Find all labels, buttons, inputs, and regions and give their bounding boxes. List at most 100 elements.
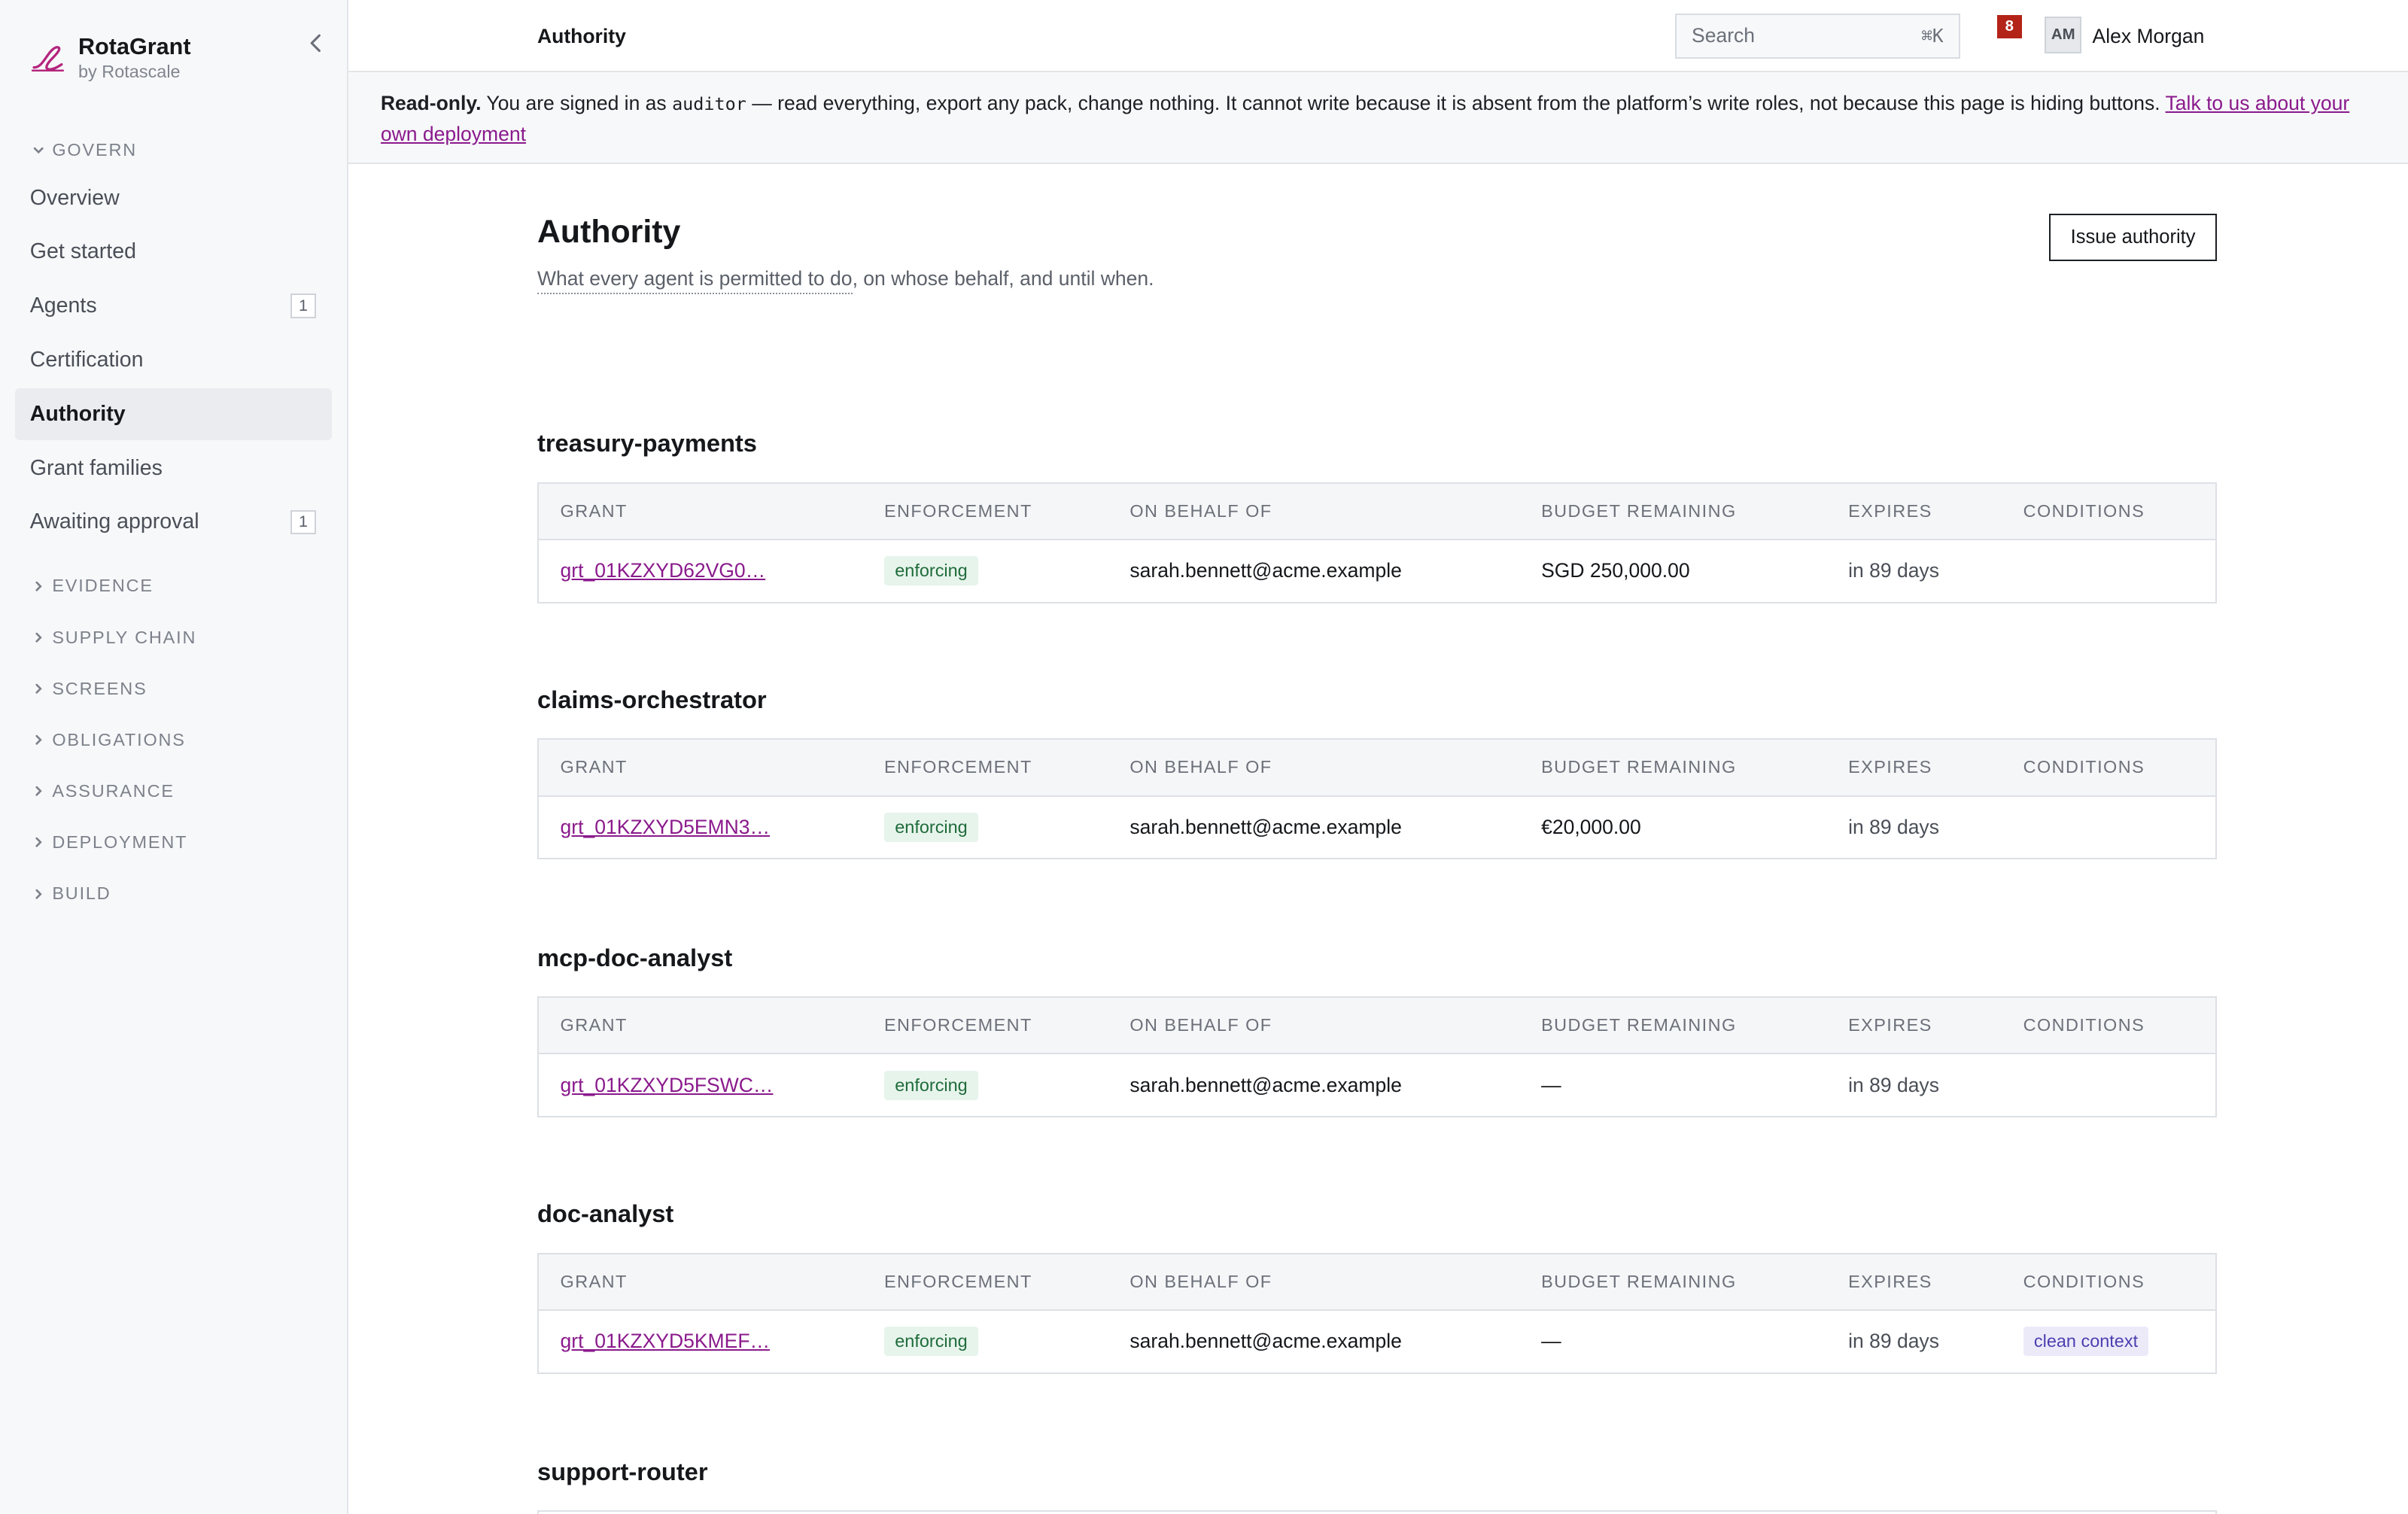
main-content: Authority Search ⌘K 8 AM Alex Morgan Rea… xyxy=(348,0,2408,1514)
table-row: grt_01KZXYD62VG0… enforcing sarah.bennet… xyxy=(538,540,2215,602)
column-header: EXPIRES xyxy=(1848,757,1932,777)
brand-sub: by Rotascale xyxy=(78,61,181,81)
column-header: ON BEHALF OF xyxy=(1130,757,1272,777)
column-header: ON BEHALF OF xyxy=(1130,1015,1272,1035)
section-title: mcp-doc-analyst xyxy=(537,943,733,971)
sidebar-item-awaiting-approval[interactable]: Awaiting approval 1 xyxy=(15,496,331,548)
section-title: support-router xyxy=(537,1457,708,1485)
sidebar-item-label: Grant families xyxy=(29,455,163,480)
sidebar-item-label: Awaiting approval xyxy=(29,509,199,534)
page-header: Authority What every agent is permitted … xyxy=(537,212,2217,295)
sidebar-item-agents[interactable]: Agents 1 xyxy=(15,280,331,332)
search-shortcut: ⌘K xyxy=(1921,25,1944,47)
expires: in 89 days xyxy=(1848,559,1939,582)
page-title: Authority xyxy=(537,213,681,250)
topbar: Authority Search ⌘K 8 AM Alex Morgan xyxy=(348,0,2408,72)
column-header: CONDITIONS xyxy=(2023,1271,2145,1291)
chevron-right-icon xyxy=(35,838,42,848)
nav-group-govern[interactable]: GOVERN xyxy=(15,135,331,166)
banner-text-post: — read everything, export any pack, chan… xyxy=(746,92,2166,115)
grants-table: GRANT ENFORCEMENT ON BEHALF OF BUDGET RE… xyxy=(537,1252,2217,1374)
grants-table: GRANT ENFORCEMENT ON BEHALF OF BUDGET RE… xyxy=(537,996,2217,1117)
chevron-right-icon xyxy=(35,786,42,796)
chevron-right-icon xyxy=(35,734,42,745)
column-header: BUDGET REMAINING xyxy=(1541,757,1737,777)
column-header: BUDGET REMAINING xyxy=(1541,500,1737,521)
condition-badge[interactable]: clean context xyxy=(2023,1327,2149,1357)
brand-name: RotaGrant xyxy=(78,33,191,59)
nav-group-supply-chain[interactable]: SUPPLY CHAIN xyxy=(15,612,331,663)
on-behalf-of: sarah.bennett@acme.example xyxy=(1130,559,1402,582)
sidebar-item-certification[interactable]: Certification xyxy=(15,334,331,386)
nav-group-label: DEPLOYMENT xyxy=(52,832,188,853)
section-title: claims-orchestrator xyxy=(537,685,767,713)
avatar[interactable]: AM xyxy=(2045,17,2082,54)
sidebar-item-label: Overview xyxy=(29,185,120,210)
column-header: CONDITIONS xyxy=(2023,1015,2145,1035)
column-header: EXPIRES xyxy=(1848,500,1932,521)
page-subtitle: What every agent is permitted to do, on … xyxy=(537,266,2217,295)
agent-section-support-router: support-router xyxy=(537,1457,2217,1514)
table-row: grt_01KZXYD5EMN3… enforcing sarah.bennet… xyxy=(538,796,2215,859)
agent-section-doc-analyst: doc-analyst GRANT ENFORCEMENT ON BEHALF … xyxy=(537,1199,2217,1374)
grants-table xyxy=(537,1510,2217,1514)
sidebar: RotaGrant by Rotascale GOVERN Overview G… xyxy=(0,0,349,1514)
sidebar-item-grant-families[interactable]: Grant families xyxy=(15,442,331,494)
budget-remaining: SGD 250,000.00 xyxy=(1541,559,1690,582)
grant-id-link[interactable]: grt_01KZXYD62VG0… xyxy=(561,559,766,582)
section-title: treasury-payments xyxy=(537,429,757,458)
table-row: grt_01KZXYD5KMEF… enforcing sarah.bennet… xyxy=(538,1311,2215,1373)
column-header: GRANT xyxy=(560,500,628,521)
grant-id-link[interactable]: grt_01KZXYD5KMEF… xyxy=(561,1330,771,1352)
banner-text-pre: You are signed in as xyxy=(481,92,673,115)
table-header-row: GRANT ENFORCEMENT ON BEHALF OF BUDGET RE… xyxy=(538,997,2215,1055)
nav-group-deployment[interactable]: DEPLOYMENT xyxy=(15,817,331,868)
enforcement-badge: enforcing xyxy=(883,812,978,843)
sidebar-item-label: Authority xyxy=(29,401,126,426)
nav-group-label: EVIDENCE xyxy=(52,576,154,596)
nav-group-obligations[interactable]: OBLIGATIONS xyxy=(15,714,331,765)
chevron-right-icon xyxy=(35,632,42,643)
budget-remaining: — xyxy=(1541,1330,1561,1353)
nav-group-screens[interactable]: SCREENS xyxy=(15,663,331,714)
search-placeholder: Search xyxy=(1692,24,1756,47)
count-badge: 1 xyxy=(290,509,317,535)
grants-table: GRANT ENFORCEMENT ON BEHALF OF BUDGET RE… xyxy=(537,738,2217,860)
issue-authority-button[interactable]: Issue authority xyxy=(2049,213,2217,261)
nav-group-label: BUILD xyxy=(52,883,111,904)
column-header: GRANT xyxy=(560,1271,628,1291)
nav-group-label: SUPPLY CHAIN xyxy=(52,627,197,647)
section-title: doc-analyst xyxy=(537,1199,674,1228)
expires: in 89 days xyxy=(1848,1073,1939,1096)
sidebar-item-label: Agents xyxy=(29,293,97,318)
topbar-title: Authority xyxy=(537,24,626,47)
subtitle-rest: , on whose behalf, and until when. xyxy=(852,266,1154,290)
column-header: ENFORCEMENT xyxy=(883,757,1032,777)
search-input[interactable]: Search ⌘K xyxy=(1674,14,1961,59)
chevron-down-icon xyxy=(33,147,44,154)
subtitle-term[interactable]: What every agent is permitted to do xyxy=(537,266,853,295)
on-behalf-of: sarah.bennett@acme.example xyxy=(1130,1073,1402,1096)
chevron-right-icon xyxy=(35,581,42,591)
column-header: ON BEHALF OF xyxy=(1130,500,1272,521)
collapse-sidebar-icon[interactable] xyxy=(304,31,329,56)
notification-badge[interactable]: 8 xyxy=(1997,15,2022,38)
sidebar-item-authority[interactable]: Authority xyxy=(15,388,332,441)
sidebar-item-get-started[interactable]: Get started xyxy=(15,226,331,278)
budget-remaining: — xyxy=(1541,1073,1561,1096)
nav-group-evidence[interactable]: EVIDENCE xyxy=(15,561,331,612)
grant-id-link[interactable]: grt_01KZXYD5EMN3… xyxy=(561,816,771,838)
grant-id-link[interactable]: grt_01KZXYD5FSWC… xyxy=(561,1074,774,1096)
column-header: EXPIRES xyxy=(1848,1271,1932,1291)
table-header-row: GRANT ENFORCEMENT ON BEHALF OF BUDGET RE… xyxy=(538,483,2215,540)
banner-role: auditor xyxy=(672,93,746,115)
nav-group-assurance[interactable]: ASSURANCE xyxy=(15,765,331,816)
brand[interactable]: RotaGrant by Rotascale xyxy=(29,34,191,83)
sidebar-item-overview[interactable]: Overview xyxy=(15,172,331,223)
budget-remaining: €20,000.00 xyxy=(1541,815,1641,838)
on-behalf-of: sarah.bennett@acme.example xyxy=(1130,815,1402,838)
column-header: EXPIRES xyxy=(1848,1015,1932,1035)
column-header: ENFORCEMENT xyxy=(883,1271,1032,1291)
user-name[interactable]: Alex Morgan xyxy=(2093,25,2205,48)
nav-group-build[interactable]: BUILD xyxy=(15,868,331,920)
